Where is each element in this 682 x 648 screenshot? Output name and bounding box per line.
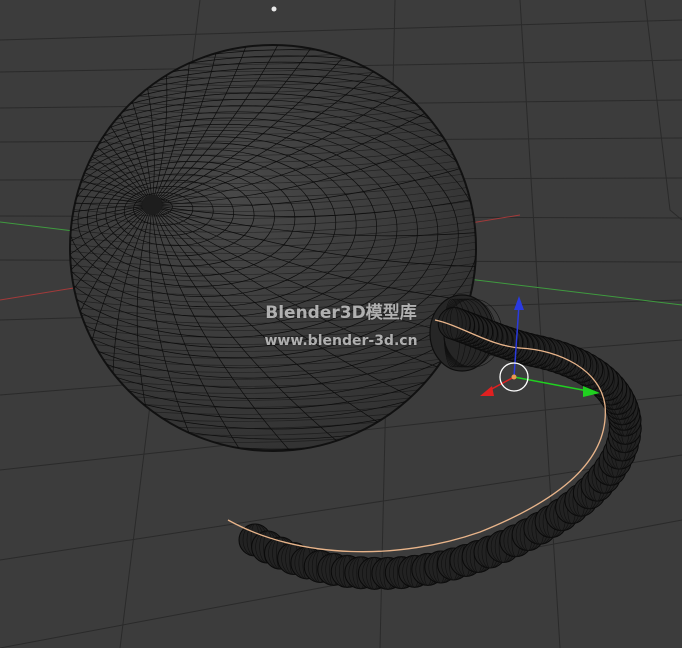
sphere-pole [142, 195, 162, 215]
rope-bead [437, 306, 471, 340]
viewport-scene[interactable] [0, 0, 682, 648]
bomb-sphere[interactable] [0, 0, 682, 625]
3d-viewport[interactable]: Blender3D模型库 www.blender-3d.cn [0, 0, 682, 648]
origin-point-icon [511, 374, 517, 380]
light-dot [271, 6, 277, 12]
